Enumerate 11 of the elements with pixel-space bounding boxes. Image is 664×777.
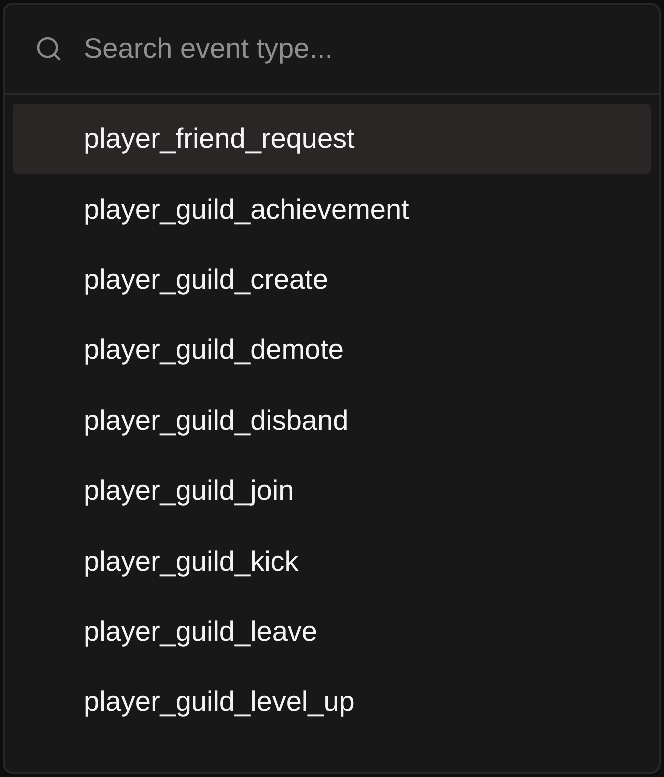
event-type-option[interactable]: player_guild_disband — [13, 386, 651, 456]
search-field[interactable]: Search event type... — [84, 28, 639, 70]
event-type-option[interactable]: player_guild_leave — [13, 596, 651, 668]
event-type-option[interactable]: player_guild_demote — [13, 315, 651, 386]
search-icon — [35, 35, 63, 63]
event-type-option[interactable]: player_guild_join — [13, 456, 651, 526]
event-type-option[interactable]: player_friend_request — [13, 104, 651, 174]
event-type-option[interactable]: player_guild_kick — [13, 526, 651, 597]
event-type-option[interactable]: player_guild_create — [13, 244, 651, 316]
event-type-option[interactable]: player_guild_achievement — [13, 174, 651, 245]
event-type-option[interactable]: player_guild_level_up — [13, 667, 651, 738]
